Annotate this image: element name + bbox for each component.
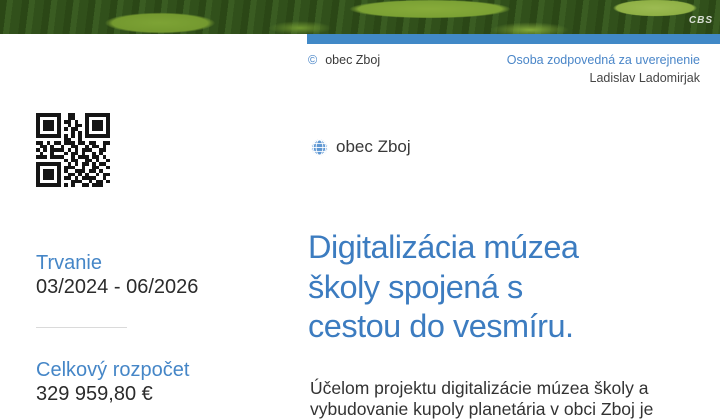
qr-code	[36, 113, 110, 187]
sidebar-divider	[36, 327, 127, 328]
duration-value: 03/2024 - 06/2026	[36, 276, 199, 298]
copyright-owner: obec Zboj	[325, 53, 381, 67]
budget-label: Celkový rozpočet	[36, 359, 190, 381]
page: CBS © obec Zboj Osoba zodpovedná za uver…	[0, 0, 720, 420]
responsible-label: Osoba zodpovedná za uverejnenie	[506, 53, 700, 67]
cbs-watermark: CBS	[688, 15, 713, 26]
globe-icon	[311, 138, 328, 156]
photo-copyright: © obec Zboj	[308, 53, 380, 67]
project-title-line: cestou do vesmíru.	[308, 308, 574, 344]
budget-value: 329 959,80 €	[36, 383, 153, 405]
project-description: Účelom projektu digitalizácie múzea škol…	[310, 378, 710, 419]
responsible-name: Ladislav Ladomirjak	[589, 71, 700, 85]
accent-bar	[307, 34, 720, 44]
project-title-line: Digitalizácia múzea	[308, 229, 579, 265]
project-title: Digitalizácia múzea školy spojená s cest…	[308, 228, 579, 347]
project-title-line: školy spojená s	[308, 268, 523, 305]
project-description-line: Účelom projektu digitalizácie múzea škol…	[310, 378, 649, 398]
copyright-icon: ©	[308, 53, 318, 67]
project-description-line: vybudovanie kupoly planetária v obci Zbo…	[310, 398, 654, 419]
site-header: obec Zboj	[311, 137, 411, 157]
budget-block: Celkový rozpočet 329 959,80 €	[36, 359, 189, 405]
responsible-block: Osoba zodpovedná za uverejnenie Ladislav…	[507, 53, 700, 85]
duration-label: Trvanie	[36, 252, 102, 274]
hero-photo: CBS	[0, 0, 720, 34]
duration-block: Trvanie 03/2024 - 06/2026	[36, 252, 198, 298]
site-name: obec Zboj	[336, 137, 411, 156]
